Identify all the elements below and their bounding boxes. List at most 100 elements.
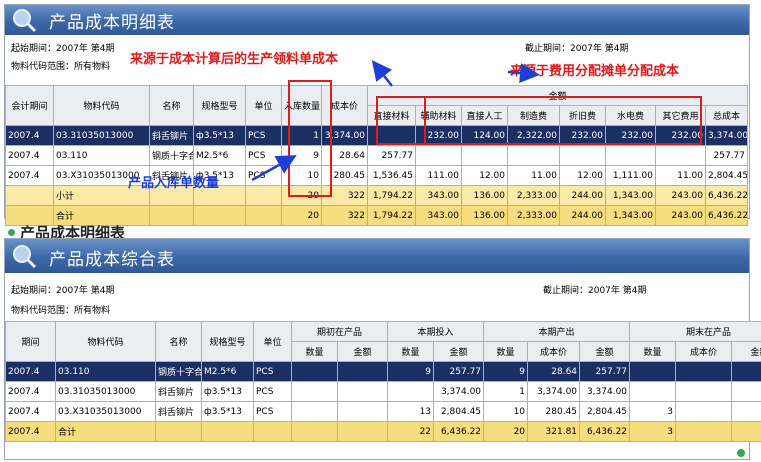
cell-utilities[interactable]: 232.00 xyxy=(605,125,656,146)
cell-e-cost[interactable] xyxy=(675,361,733,382)
cell-aux-material[interactable]: 111.00 xyxy=(415,165,462,186)
cell-total[interactable]: 257.77 xyxy=(704,145,749,166)
cell-spec[interactable]: ф3.5*13 xyxy=(201,381,254,402)
cell-direct-material[interactable]: 1,794.22 xyxy=(367,205,416,226)
cell-i-amt[interactable]: 2,804.45 xyxy=(433,401,485,422)
cell-e-cost[interactable] xyxy=(675,401,733,422)
table-row[interactable]: 2007.4 合计 22 6,436.22 20 321.81 6,436.22 3 xyxy=(5,421,761,442)
cell-o-qty[interactable]: 10 xyxy=(483,401,529,422)
cell-other[interactable]: 232.00 xyxy=(655,125,706,146)
cell-spec[interactable]: ф3.5*13 xyxy=(193,125,246,146)
cell-depreciation[interactable]: 244.00 xyxy=(559,185,606,206)
cell-name[interactable]: 钢质十字合 xyxy=(155,361,202,382)
cell-period[interactable]: 2007.4 xyxy=(5,381,56,402)
cell-unit[interactable] xyxy=(253,421,292,442)
cell-spec[interactable] xyxy=(201,421,254,442)
cell-o-qty[interactable]: 1 xyxy=(483,381,529,402)
cell-e-qty[interactable]: 3 xyxy=(629,401,677,422)
cell-code[interactable]: 03.110 xyxy=(53,145,150,166)
cell-code[interactable]: 03.110 xyxy=(55,361,156,382)
cell-aux-material[interactable]: 343.00 xyxy=(415,205,462,226)
cell-qty[interactable]: 9 xyxy=(281,145,322,166)
cell-direct-labor[interactable]: 124.00 xyxy=(461,125,508,146)
cell-name[interactable] xyxy=(149,205,194,226)
cell-direct-labor[interactable]: 136.00 xyxy=(461,205,508,226)
cell-other[interactable]: 243.00 xyxy=(655,205,706,226)
table-row[interactable]: 2007.4 03.X31035013000 斜舌铆片 ф3.5*13 PCS 13 2,8… xyxy=(5,401,761,422)
cell-o-qty[interactable]: 9 xyxy=(483,361,529,382)
cell-code[interactable]: 合计 xyxy=(55,421,156,442)
table-row[interactable]: 2007.4 03.X31035013000 斜舌铆片 ф3.5*13 PCS 10 280… xyxy=(5,165,749,186)
cell-e-cost[interactable] xyxy=(675,381,733,402)
cell-e-qty[interactable] xyxy=(629,361,677,382)
cell-unit-cost[interactable]: 280.45 xyxy=(321,165,368,186)
cell-total[interactable]: 2,804.45 xyxy=(704,165,749,186)
cell-code[interactable]: 03.31035013000 xyxy=(55,381,156,402)
cell-unit[interactable]: PCS xyxy=(253,401,292,422)
cell-utilities[interactable]: 1,343.00 xyxy=(605,185,656,206)
cell-manufacturing[interactable] xyxy=(507,145,560,166)
cell-o-cost[interactable]: 280.45 xyxy=(527,401,581,422)
cell-period[interactable]: 2007.4 xyxy=(5,125,54,146)
cell-o-amt[interactable]: 257.77 xyxy=(579,361,631,382)
cell-unit-cost[interactable]: 3,374.00 xyxy=(321,125,368,146)
cell-name[interactable]: 钢质十字合 xyxy=(149,145,194,166)
cell-qty[interactable]: 1 xyxy=(281,125,322,146)
table-row[interactable]: 2007.4 03.110 钢质十字合 M2.5*6 PCS 9 257.77 9 28.64 2… xyxy=(5,361,761,382)
cell-code[interactable]: 03.31035013000 xyxy=(53,125,150,146)
cell-i-qty[interactable]: 9 xyxy=(387,361,435,382)
cell-utilities[interactable] xyxy=(605,145,656,166)
table-row[interactable]: 2007.4 03.110 钢质十字合 M2.5*6 PCS 9 28.64 257.77 25… xyxy=(5,145,749,166)
cell-direct-material[interactable]: 1,794.22 xyxy=(367,185,416,206)
cell-b-qty[interactable] xyxy=(291,381,338,402)
cell-period[interactable] xyxy=(5,185,54,206)
cell-qty[interactable]: 20 xyxy=(281,185,322,206)
table-row[interactable]: 小计 20 322 1,794.22 343.00 136.00 2,333.00 244.0… xyxy=(5,185,749,206)
cell-b-qty[interactable] xyxy=(291,421,338,442)
cell-unit-cost[interactable]: 322 xyxy=(321,185,368,206)
cell-name[interactable]: 斜舌铆片 xyxy=(155,401,202,422)
cell-direct-labor[interactable]: 12.00 xyxy=(461,165,508,186)
cell-unit[interactable]: PCS xyxy=(245,165,282,186)
cell-i-qty[interactable] xyxy=(387,381,435,402)
cell-o-qty[interactable]: 20 xyxy=(483,421,529,442)
cell-aux-material[interactable]: 232.00 xyxy=(415,125,462,146)
cell-spec[interactable]: M2.5*6 xyxy=(201,361,254,382)
cell-o-cost[interactable]: 321.81 xyxy=(527,421,581,442)
cell-manufacturing[interactable]: 11.00 xyxy=(507,165,560,186)
cell-spec[interactable]: M2.5*6 xyxy=(193,145,246,166)
table-row[interactable]: 2007.4 03.31035013000 斜舌铆片 ф3.5*13 PCS 3,374.… xyxy=(5,381,761,402)
cell-unit[interactable] xyxy=(245,185,282,206)
cell-unit-cost[interactable]: 28.64 xyxy=(321,145,368,166)
cell-unit[interactable] xyxy=(245,205,282,226)
cell-i-amt[interactable]: 3,374.00 xyxy=(433,381,485,402)
cell-name[interactable] xyxy=(155,421,202,442)
cell-e-amt[interactable] xyxy=(731,381,761,402)
cell-utilities[interactable]: 1,111.00 xyxy=(605,165,656,186)
cell-e-qty[interactable]: 3 xyxy=(629,421,677,442)
cell-utilities[interactable]: 1,343.00 xyxy=(605,205,656,226)
cell-qty[interactable]: 20 xyxy=(281,205,322,226)
cell-o-amt[interactable]: 3,374.00 xyxy=(579,381,631,402)
cell-e-amt[interactable] xyxy=(731,361,761,382)
cell-o-cost[interactable]: 28.64 xyxy=(527,361,581,382)
cell-e-cost[interactable] xyxy=(675,421,733,442)
cell-o-cost[interactable]: 3,374.00 xyxy=(527,381,581,402)
cell-e-qty[interactable] xyxy=(629,381,677,402)
cell-unit-cost[interactable]: 322 xyxy=(321,205,368,226)
cell-b-amt[interactable] xyxy=(336,361,389,382)
cell-period[interactable]: 2007.4 xyxy=(5,421,56,442)
cell-o-amt[interactable]: 2,804.45 xyxy=(579,401,631,422)
cell-period[interactable]: 2007.4 xyxy=(5,145,54,166)
cell-unit[interactable]: PCS xyxy=(253,381,292,402)
cell-e-amt[interactable] xyxy=(731,401,761,422)
cell-b-amt[interactable] xyxy=(336,401,389,422)
cell-manufacturing[interactable]: 2,333.00 xyxy=(507,185,560,206)
cell-other[interactable]: 243.00 xyxy=(655,185,706,206)
cell-b-qty[interactable] xyxy=(291,401,338,422)
cell-e-amt[interactable] xyxy=(731,421,761,442)
cell-spec[interactable] xyxy=(193,205,246,226)
cell-manufacturing[interactable]: 2,333.00 xyxy=(507,205,560,226)
cell-direct-material[interactable] xyxy=(367,125,416,146)
cell-total[interactable]: 6,436.22 xyxy=(704,185,749,206)
